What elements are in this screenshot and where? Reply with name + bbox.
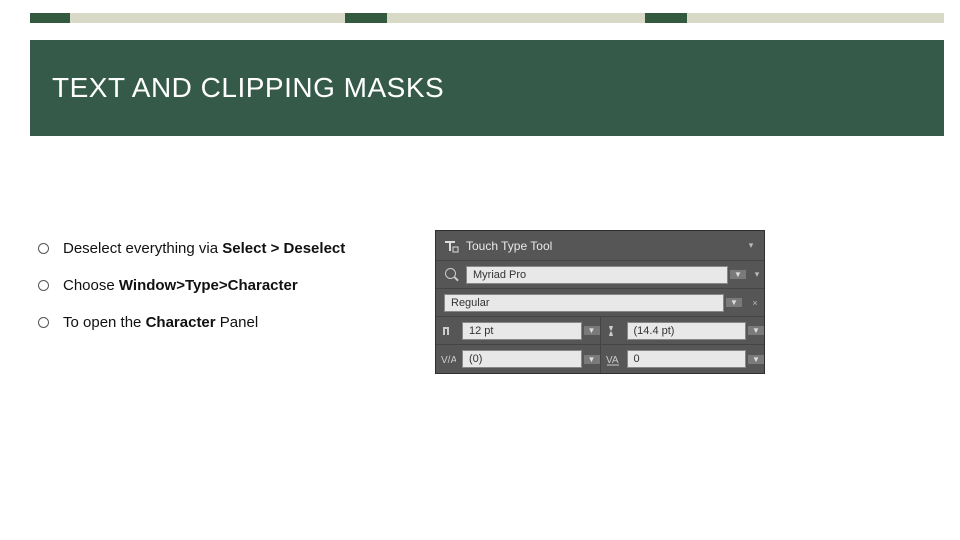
- kerning-field[interactable]: (0): [462, 350, 582, 368]
- accent-seg: [345, 13, 387, 23]
- accent-seg: [70, 13, 345, 23]
- dropdown-icon[interactable]: ▼: [584, 326, 600, 335]
- bullet-text: To open the: [63, 314, 146, 331]
- list-item: Choose Window>Type>Character: [38, 277, 440, 294]
- tracking-field[interactable]: 0: [627, 350, 747, 368]
- bullet-list: Deselect everything via Select > Deselec…: [30, 240, 440, 351]
- panel-menu-icon[interactable]: ▾: [744, 240, 758, 251]
- panel-menu-icon[interactable]: ▾: [750, 261, 764, 288]
- bullet-ring-icon: [38, 317, 49, 328]
- font-size-field[interactable]: 12 pt: [462, 322, 582, 340]
- kerning-tracking-row: V/A (0) ▼ VA 0 ▼: [436, 345, 764, 373]
- svg-text:V/A: V/A: [441, 355, 456, 366]
- tracking-icon: VA: [601, 351, 625, 367]
- search-icon: [440, 266, 464, 284]
- accent-bar: [30, 13, 944, 23]
- dropdown-icon[interactable]: ▼: [730, 270, 746, 279]
- bullet-bold: Select > Deselect: [222, 240, 345, 257]
- dropdown-icon[interactable]: ▼: [584, 355, 600, 364]
- bullet-ring-icon: [38, 243, 49, 254]
- accent-seg: [30, 13, 70, 23]
- bullet-text: Panel: [216, 314, 259, 331]
- bullet-ring-icon: [38, 280, 49, 291]
- title-bar: TEXT AND CLIPPING MASKS: [30, 40, 944, 136]
- bullet-text: Choose: [63, 277, 119, 294]
- bullet-bold: Window>Type>Character: [119, 277, 298, 294]
- font-size-icon: [436, 323, 460, 339]
- kerning-icon: V/A: [436, 351, 460, 367]
- character-panel: Touch Type Tool ▾ Myriad Pro ▼ ▾ Regular…: [435, 230, 765, 374]
- font-style-field[interactable]: Regular: [444, 294, 724, 312]
- close-icon[interactable]: ×: [746, 289, 764, 316]
- dropdown-icon[interactable]: ▼: [748, 355, 764, 364]
- touch-type-label[interactable]: Touch Type Tool: [466, 239, 552, 253]
- dropdown-icon[interactable]: ▼: [748, 326, 764, 335]
- dropdown-icon[interactable]: ▼: [726, 298, 742, 307]
- list-item: To open the Character Panel: [38, 314, 440, 331]
- page-title: TEXT AND CLIPPING MASKS: [52, 72, 444, 104]
- font-style-row: Regular ▼ ×: [436, 289, 764, 317]
- bullet-text: Deselect everything via: [63, 240, 222, 257]
- leading-field[interactable]: (14.4 pt): [627, 322, 747, 340]
- font-family-row: Myriad Pro ▼ ▾: [436, 261, 764, 289]
- font-family-field[interactable]: Myriad Pro: [466, 266, 728, 284]
- accent-seg: [645, 13, 687, 23]
- touch-type-icon: [442, 237, 460, 255]
- list-item: Deselect everything via Select > Deselec…: [38, 240, 440, 257]
- touch-type-row: Touch Type Tool ▾: [436, 231, 764, 261]
- bullet-bold: Character: [146, 314, 216, 331]
- svg-text:VA: VA: [606, 355, 619, 366]
- accent-seg: [687, 13, 944, 23]
- size-leading-row: 12 pt ▼ (14.4 pt) ▼: [436, 317, 764, 345]
- accent-seg: [387, 13, 645, 23]
- leading-icon: [601, 323, 625, 339]
